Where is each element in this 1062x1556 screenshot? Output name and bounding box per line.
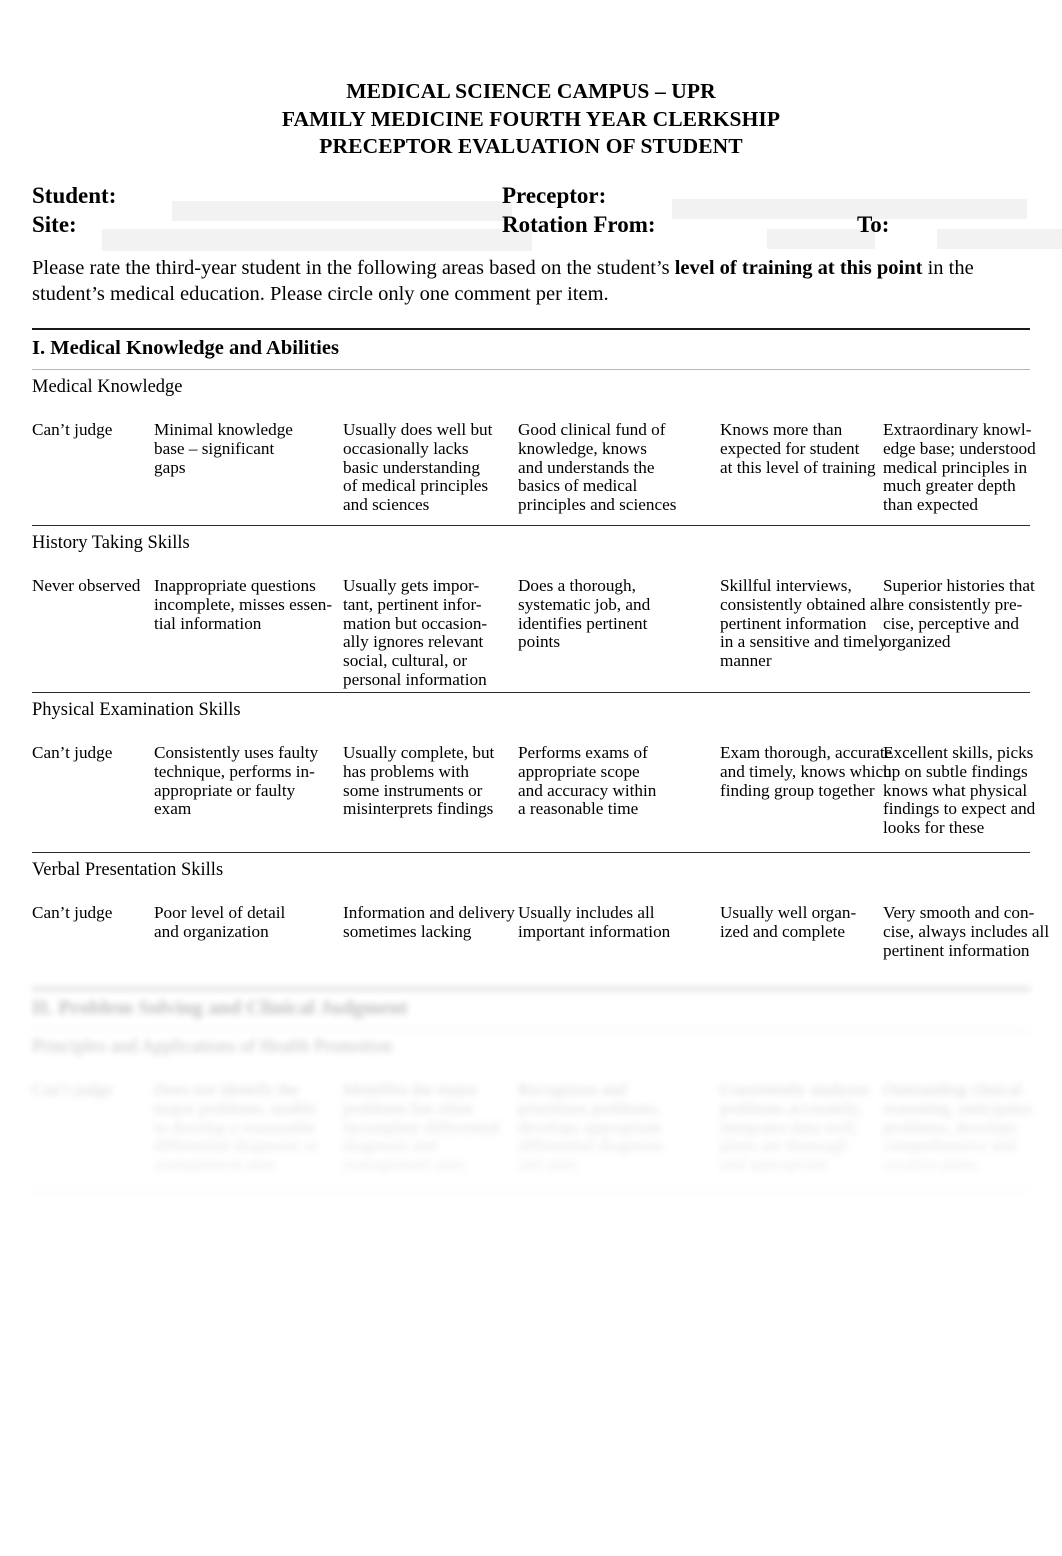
rating-option[interactable]: Usually well organ- ized and complete xyxy=(720,903,900,942)
rating-option[interactable]: Very smooth and con- cise, always includ… xyxy=(883,903,1062,960)
document-title-block: MEDICAL SCIENCE CAMPUS – UPR FAMILY MEDI… xyxy=(32,0,1030,161)
preceptor-label: Preceptor: xyxy=(502,182,607,208)
rating-option[interactable]: Can’t judge xyxy=(32,420,162,440)
rating-row-health-promotion: Can’t judge Does not identify the major … xyxy=(32,1080,1032,1191)
rating-option[interactable]: Does not identify the major problems, un… xyxy=(154,1080,336,1175)
rating-option[interactable]: Consistently analyzes problems accuratel… xyxy=(720,1080,900,1175)
rating-option[interactable]: Information and delivery sometimes lacki… xyxy=(343,903,521,942)
site-label: Site: xyxy=(32,211,77,237)
rating-row-history-taking: Never observed Inappropriate questions i… xyxy=(32,576,1035,692)
item-label-health-promotion: Principles and Applications of Health Pr… xyxy=(32,1037,393,1057)
title-line-2: FAMILY MEDICINE FOURTH YEAR CLERKSHIP xyxy=(281,106,781,131)
document-page: MEDICAL SCIENCE CAMPUS – UPR FAMILY MEDI… xyxy=(0,0,1062,1556)
rating-option[interactable]: Usually complete, but has problems with … xyxy=(343,743,521,819)
rotation-from-label: Rotation From: xyxy=(502,211,656,237)
rating-option[interactable]: Good clinical fund of knowledge, knows a… xyxy=(518,420,708,515)
rating-option[interactable]: Minimal knowledge base – significant gap… xyxy=(154,420,336,477)
rating-option[interactable]: Can’t judge xyxy=(32,1080,162,1100)
item-label-medical-knowledge: Medical Knowledge xyxy=(32,377,183,397)
section-2-heading: II. Problem Solving and Clinical Judgmen… xyxy=(32,997,408,1019)
rating-row-medical-knowledge: Can’t judge Minimal knowledge base – sig… xyxy=(32,420,1036,525)
rating-row-physical-examination: Can’t judge Consistently uses faulty tec… xyxy=(32,743,1035,852)
rating-option[interactable]: Inappropriate questions incomplete, miss… xyxy=(154,576,336,633)
rating-option[interactable]: Usually includes all important informati… xyxy=(518,903,708,942)
item-label-verbal-presentation: Verbal Presentation Skills xyxy=(32,860,224,880)
rating-option[interactable]: Extraordinary knowl- edge base; understo… xyxy=(883,420,1062,515)
rating-option[interactable]: Skillful interviews, consistently obtain… xyxy=(720,576,900,671)
rating-option[interactable]: Can’t judge xyxy=(32,743,162,763)
rating-option[interactable]: Never observed xyxy=(32,576,162,596)
instructions-part1: Please rate the third-year student in th… xyxy=(32,256,675,279)
student-field[interactable] xyxy=(172,200,512,221)
rating-option[interactable]: Does a thorough, systematic job, and ide… xyxy=(518,576,708,652)
identification-block: Student: Site: Preceptor: Rotation From:… xyxy=(32,181,1062,251)
rating-row-verbal-presentation: Can’t judge Poor level of detail and org… xyxy=(32,903,1049,964)
document-sheet: MEDICAL SCIENCE CAMPUS – UPR FAMILY MEDI… xyxy=(0,0,1062,1222)
instructions-paragraph: Please rate the third-year student in th… xyxy=(32,255,1030,308)
section-2-faded-region: II. Problem Solving and Clinical Judgmen… xyxy=(0,978,1062,1222)
instructions-emphasis: level of training at this point xyxy=(674,256,923,279)
preceptor-field[interactable] xyxy=(672,198,1027,219)
rating-option[interactable]: Identifies the major problems but often … xyxy=(343,1080,521,1175)
rating-option[interactable]: Knows more than expected for student at … xyxy=(720,420,900,477)
rotation-to-field[interactable] xyxy=(937,228,1062,249)
rating-option[interactable]: Exam thorough, accurate and timely, know… xyxy=(720,743,900,800)
student-label: Student: xyxy=(32,182,117,208)
rating-option[interactable]: Recognizes and prioritizes problems, dev… xyxy=(518,1080,708,1175)
rating-option[interactable]: Excellent skills, picks up on subtle fin… xyxy=(883,743,1062,838)
item-label-physical-examination: Physical Examination Skills xyxy=(32,700,241,720)
rating-option[interactable]: Usually gets impor- tant, pertinent info… xyxy=(343,576,521,690)
item-label-history-taking: History Taking Skills xyxy=(32,533,190,553)
section-1-heading: I. Medical Knowledge and Abilities xyxy=(32,337,339,359)
rating-option[interactable]: Poor level of detail and organization xyxy=(154,903,336,942)
rating-option[interactable]: Usually does well but occasionally lacks… xyxy=(343,420,521,515)
rating-option[interactable]: Performs exams of appropriate scope and … xyxy=(518,743,708,819)
rating-option[interactable]: Superior histories that are consistently… xyxy=(883,576,1062,652)
rating-option[interactable]: Outstanding clinical reasoning, anticipa… xyxy=(883,1080,1062,1175)
title-line-1: MEDICAL SCIENCE CAMPUS – UPR xyxy=(346,79,716,103)
rating-option[interactable]: Can’t judge xyxy=(32,903,162,923)
rotation-to-label: To: xyxy=(857,211,890,237)
site-field[interactable] xyxy=(102,228,532,251)
section-2-bottom-rule xyxy=(32,1191,1030,1192)
rating-option[interactable]: Consistently uses faulty technique, perf… xyxy=(154,743,336,819)
title-line-3: PRECEPTOR EVALUATION OF STUDENT xyxy=(319,134,743,158)
